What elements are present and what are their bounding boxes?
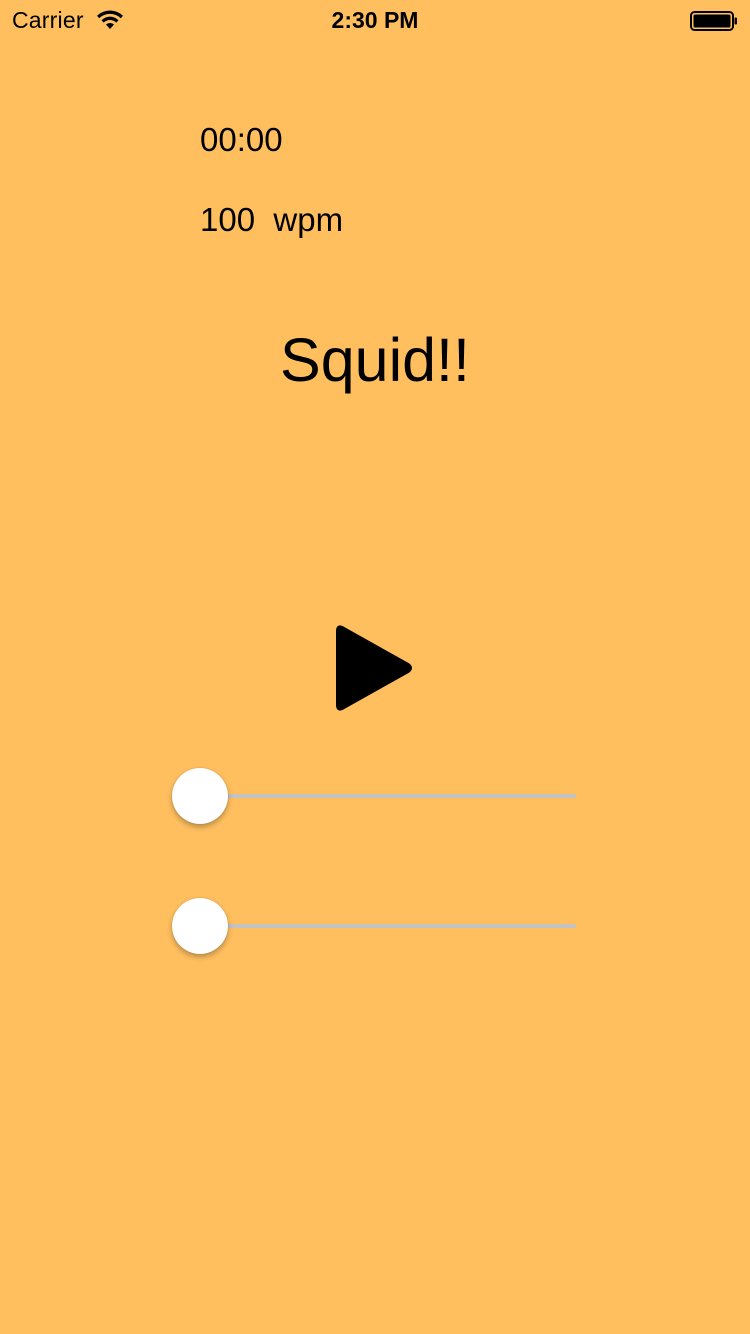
play-button[interactable]	[332, 620, 418, 716]
play-icon	[336, 625, 412, 711]
battery-full-icon	[690, 11, 738, 31]
wpm-readout: 100 wpm	[200, 201, 344, 238]
elapsed-timer: 00:00	[200, 121, 283, 158]
progress-slider[interactable]	[172, 897, 578, 957]
slider-thumb[interactable]	[172, 768, 228, 824]
current-word: Squid!!	[280, 326, 470, 394]
speed-slider[interactable]	[172, 767, 578, 827]
slider-thumb[interactable]	[172, 898, 228, 954]
status-bar: Carrier 2:30 PM	[0, 0, 750, 40]
slider-track[interactable]	[200, 924, 576, 928]
status-time: 2:30 PM	[331, 7, 419, 33]
slider-track[interactable]	[200, 794, 576, 798]
